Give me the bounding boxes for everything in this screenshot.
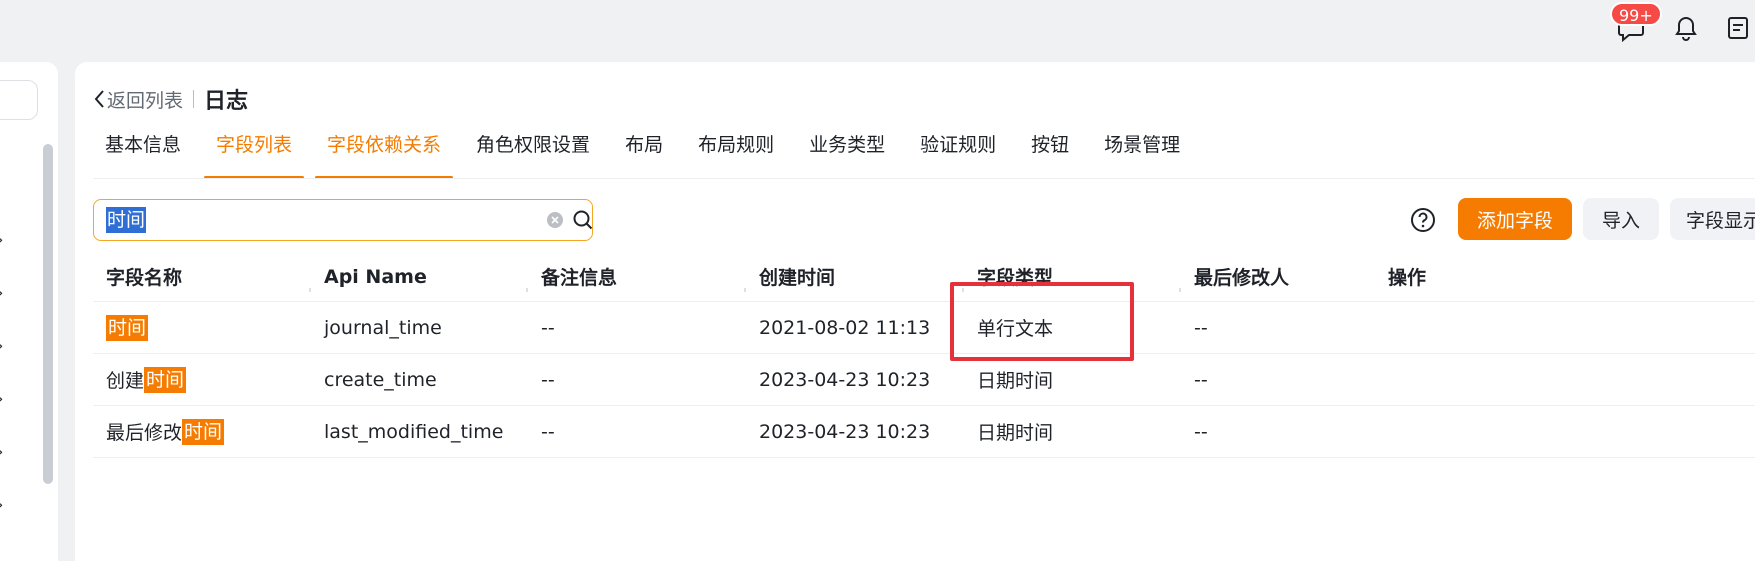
table-row[interactable]: 创建 时间 create_time -- 2023-04-23 10:23 日期时… — [93, 354, 1755, 406]
tab-business-types[interactable]: 业务类型 — [797, 126, 897, 178]
tab-field-list[interactable]: 字段列表 — [204, 126, 305, 179]
cell-api-name: journal_time — [324, 316, 442, 339]
chevron-right-icon[interactable]: › — [0, 283, 3, 302]
tabs-divider — [93, 178, 1755, 179]
breadcrumb-separator — [193, 90, 195, 108]
cell-api-name: create_time — [324, 368, 437, 391]
notification-badge: 99+ — [1610, 2, 1662, 26]
cell-field-name: 最后修改 时间 — [106, 418, 225, 445]
cell-actions — [1375, 406, 1575, 457]
cell-field-type: 单行文本 — [977, 318, 1054, 340]
tab-layout-rules[interactable]: 布局规则 — [686, 126, 786, 178]
cell-created-time: 2023-04-23 10:23 — [759, 368, 931, 391]
cell-remark: -- — [541, 316, 555, 339]
sidebar-search-input[interactable] — [0, 80, 38, 120]
tab-layout[interactable]: 布局 — [613, 126, 675, 178]
search-match-highlight: 时间 — [106, 314, 149, 341]
tab-scene-management[interactable]: 场景管理 — [1092, 126, 1192, 178]
top-bar: 99+ — [0, 0, 1755, 62]
sidebar-scrollbar[interactable] — [43, 144, 53, 484]
chevron-right-icon[interactable]: › — [0, 389, 3, 408]
cell-last-modifier: -- — [1194, 420, 1208, 443]
back-to-list-link[interactable]: 返回列表 — [93, 86, 183, 113]
column-header-created-time: 创建时间 — [746, 252, 964, 301]
search-icon[interactable] — [571, 208, 595, 236]
cell-remark: -- — [541, 420, 555, 443]
search-input-value: 时间 — [106, 207, 147, 233]
column-header-api-name: Api Name — [311, 252, 528, 301]
chevron-right-icon[interactable]: › — [0, 230, 3, 249]
chevron-left-icon — [93, 89, 105, 109]
field-search-input[interactable]: 时间 — [93, 199, 593, 241]
tab-role-permissions[interactable]: 角色权限设置 — [464, 126, 602, 178]
cell-api-name: last_modified_time — [324, 420, 504, 443]
help-icon[interactable] — [1410, 207, 1436, 237]
column-header-field-name: 字段名称 — [93, 252, 311, 301]
cell-remark: -- — [541, 368, 555, 391]
clear-icon[interactable] — [546, 211, 564, 233]
breadcrumb: 返回列表 日志 — [93, 84, 248, 114]
tab-validation-rules[interactable]: 验证规则 — [908, 126, 1008, 178]
column-header-last-modifier: 最后修改人 — [1194, 267, 1290, 289]
tab-field-dependency[interactable]: 字段依赖关系 — [315, 126, 454, 179]
left-sidebar: › › › › › › — [0, 62, 58, 561]
cell-field-name: 时间 — [93, 302, 311, 353]
table-header: 字段名称 Api Name 备注信息 创建时间 字段类型 最后修改人 操作 — [93, 252, 1755, 302]
column-header-remark: 备注信息 — [528, 252, 746, 301]
cell-created-time: 2021-08-02 11:13 — [759, 316, 931, 339]
cell-field-name: 创建 时间 — [106, 366, 187, 393]
cell-actions — [1375, 354, 1575, 405]
add-field-button[interactable]: 添加字段 — [1458, 198, 1572, 240]
field-display-button[interactable]: 字段显示 — [1670, 198, 1755, 240]
field-table: 字段名称 Api Name 备注信息 创建时间 字段类型 最后修改人 操作 时间… — [93, 252, 1755, 458]
chevron-right-icon[interactable]: › — [0, 336, 3, 355]
cell-last-modifier: -- — [1194, 316, 1208, 339]
table-row[interactable]: 时间 journal_time -- 2021-08-02 11:13 单行文本… — [93, 302, 1755, 354]
chevron-right-icon[interactable]: › — [0, 442, 3, 461]
search-match-highlight: 时间 — [182, 418, 225, 445]
column-header-actions: 操作 — [1388, 267, 1427, 289]
cell-field-type: 日期时间 — [977, 422, 1054, 444]
cell-created-time: 2023-04-23 10:23 — [759, 420, 931, 443]
page-title: 日志 — [204, 89, 249, 114]
back-link-label: 返回列表 — [107, 89, 184, 112]
cell-actions — [1375, 302, 1575, 353]
cell-field-type: 日期时间 — [977, 370, 1054, 392]
chevron-right-icon[interactable]: › — [0, 495, 3, 514]
cell-last-modifier: -- — [1194, 368, 1208, 391]
import-button[interactable]: 导入 — [1583, 198, 1659, 240]
tab-basic-info[interactable]: 基本信息 — [93, 126, 193, 178]
tab-bar: 基本信息 字段列表 字段依赖关系 角色权限设置 布局 布局规则 业务类型 验证规… — [93, 126, 1203, 179]
tab-buttons[interactable]: 按钮 — [1019, 126, 1081, 178]
document-icon[interactable] — [1720, 10, 1755, 46]
column-header-field-type: 字段类型 — [964, 252, 1181, 301]
bell-icon[interactable] — [1668, 10, 1704, 46]
search-match-highlight: 时间 — [144, 366, 187, 393]
table-row[interactable]: 最后修改 时间 last_modified_time -- 2023-04-23 … — [93, 406, 1755, 458]
main-panel: 返回列表 日志 基本信息 字段列表 字段依赖关系 角色权限设置 布局 布局规则 … — [75, 62, 1755, 561]
